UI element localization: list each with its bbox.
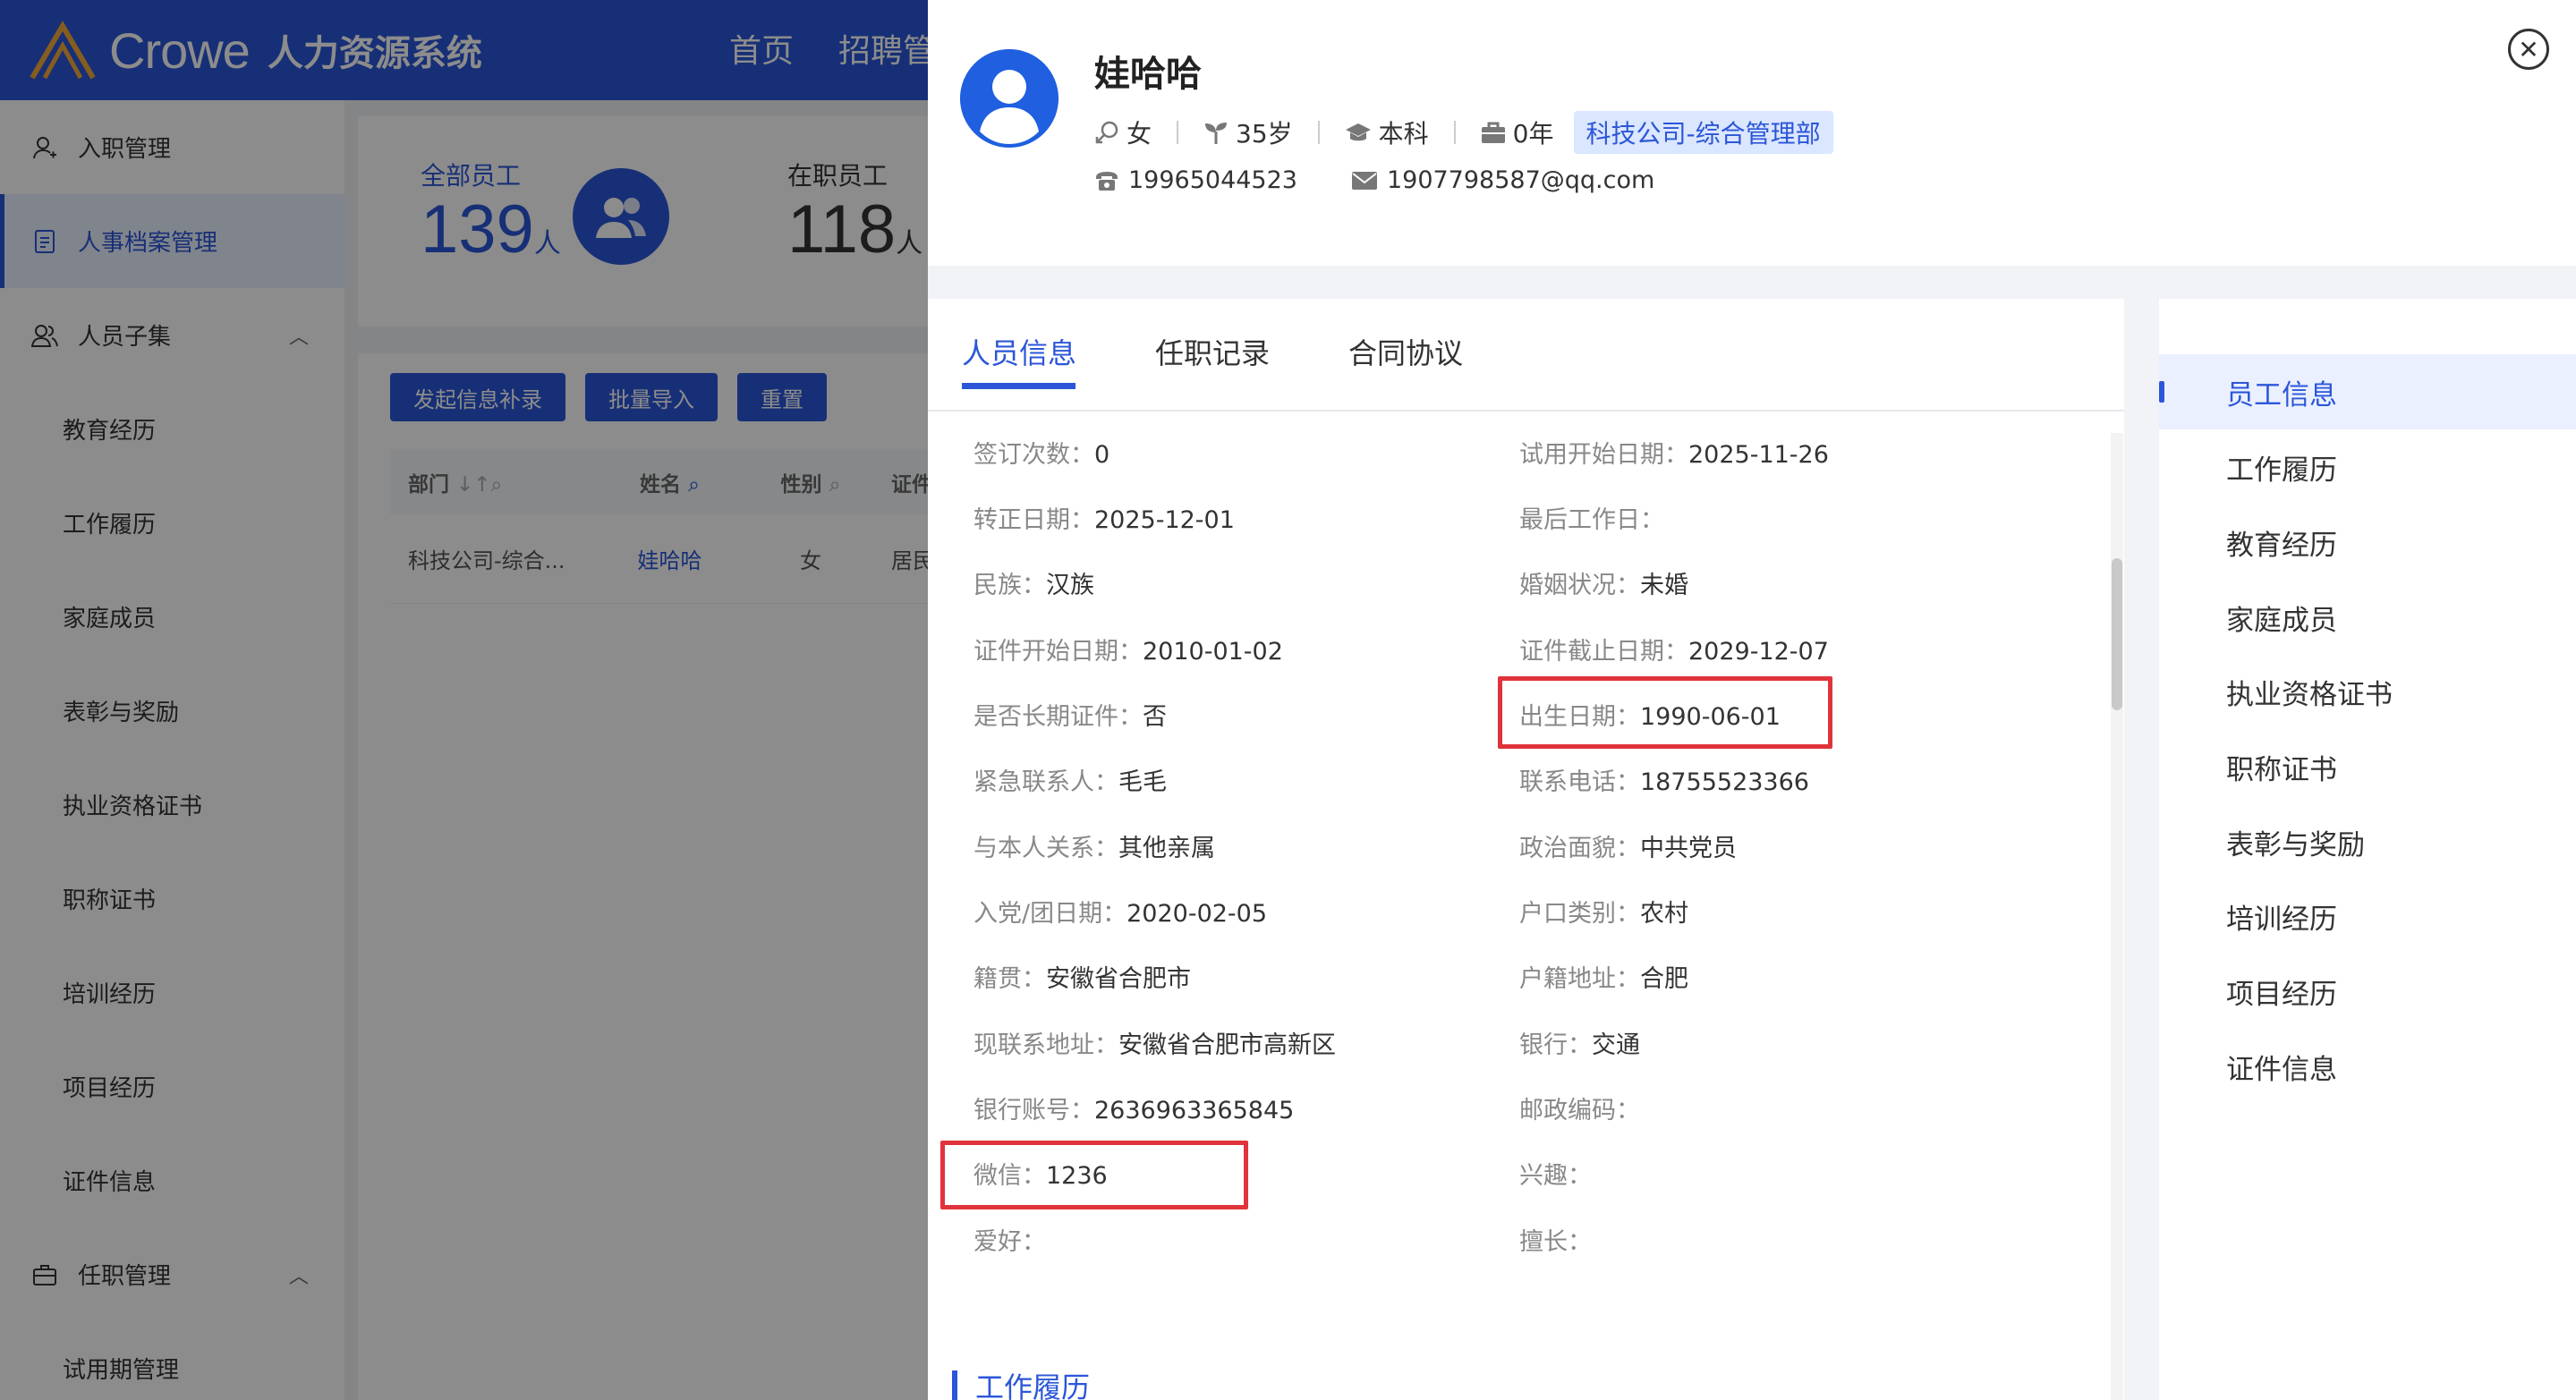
anchor-work-history[interactable]: 工作履历 [2159,429,2576,505]
anchor-awards[interactable]: 表彰与奖励 [2159,804,2576,879]
field-contact-address: 现联系地址：安徽省合肥市高新区 [973,1031,1336,1059]
employee-name: 娃哈哈 [1094,54,1202,95]
anchor-employee-info[interactable]: 员工信息 [2159,354,2576,429]
field-postal-code: 邮政编码： [1519,1097,1640,1124]
anchor-qualification[interactable]: 执业资格证书 [2159,654,2576,729]
info-panel: 人员信息 任职记录 合同协议 签订次数：0 转正日期：2025-12-01 民族… [928,299,2124,1400]
age-meta: 35岁 [1203,115,1293,150]
field-regular-date: 转正日期：2025-12-01 [973,506,1235,534]
anchor-projects[interactable]: 项目经历 [2159,954,2576,1029]
education-meta: 本科 [1345,115,1429,150]
field-contact-phone: 联系电话：18755523366 [1519,768,1809,796]
graduation-cap-icon [1345,121,1372,144]
tab-personnel-info[interactable]: 人员信息 [962,331,1076,372]
profile-meta: 女 35岁 本科 0年 科技公司-综合管理部 [1094,111,1833,154]
field-emergency-contact: 紧急联系人：毛毛 [973,768,1167,796]
gender-value: 女 [1126,119,1152,148]
education-value: 本科 [1378,119,1429,148]
field-interest: 兴趣： [1519,1162,1592,1190]
scrollbar-thumb[interactable] [2112,558,2122,710]
close-button[interactable]: ✕ [2508,29,2549,70]
divider [1177,121,1179,144]
female-icon [1094,120,1119,145]
field-hukou-address: 户籍地址：合肥 [1519,965,1688,993]
field-probation-start: 试用开始日期：2025-11-26 [1519,441,1829,469]
gender-meta: 女 [1094,115,1152,150]
modal-overlay[interactable] [0,0,931,1400]
tab-appointment-records[interactable]: 任职记录 [1155,331,1270,372]
active-tab-indicator [962,383,1075,389]
field-political-status: 政治面貌：中共党员 [1519,835,1737,862]
field-hobby: 爱好： [973,1228,1046,1256]
field-specialty: 擅长： [1519,1228,1592,1256]
anchor-title-cert[interactable]: 职称证书 [2159,729,2576,804]
anchor-family[interactable]: 家庭成员 [2159,580,2576,655]
section-title-work-history: 工作履历 [952,1365,1090,1400]
highlight-wechat [940,1141,1248,1209]
tenure-meta: 0年 [1481,115,1554,150]
divider [1317,121,1320,144]
tenure-value: 0年 [1512,119,1554,148]
anchor-training[interactable]: 培训经历 [2159,878,2576,954]
anchor-education[interactable]: 教育经历 [2159,505,2576,580]
field-long-term-id: 是否长期证件：否 [973,703,1167,731]
field-bank: 银行：交通 [1519,1031,1640,1059]
field-ethnicity: 民族：汉族 [973,572,1094,599]
phone-value: 19965044523 [1128,166,1297,194]
field-hukou-type: 户口类别：农村 [1519,900,1688,928]
field-relationship: 与本人关系：其他亲属 [973,835,1215,862]
detail-tabs: 人员信息 任职记录 合同协议 [928,299,2124,412]
email-info: 1907798587@qq.com [1351,166,1654,194]
contact-info: 19965044523 1907798587@qq.com [1094,166,1708,194]
department-tag: 科技公司-综合管理部 [1573,111,1833,154]
employee-detail-drawer: 娃哈哈 女 35岁 本科 0年 科技公司-综合管理部 19965044523 1… [928,0,2576,1400]
field-party-date: 入党/团日期：2020-02-05 [973,900,1268,928]
briefcase-icon [1481,121,1506,144]
field-id-end-date: 证件截止日期：2029-12-07 [1519,638,1829,666]
field-sign-count: 签订次数：0 [973,441,1110,469]
mail-icon [1351,171,1378,191]
field-native-place: 籍贯：安徽省合肥市 [973,965,1191,993]
email-value: 1907798587@qq.com [1386,166,1655,194]
anchor-id-docs[interactable]: 证件信息 [2159,1029,2576,1104]
profile-header: 娃哈哈 女 35岁 本科 0年 科技公司-综合管理部 19965044523 1… [928,0,2576,266]
phone-icon [1094,170,1119,191]
avatar [960,49,1058,148]
highlight-birth-date [1498,676,1832,749]
field-id-start-date: 证件开始日期：2010-01-02 [973,638,1283,666]
field-bank-account: 银行账号：2636963365845 [973,1097,1295,1124]
field-marital-status: 婚姻状况：未婚 [1519,572,1688,599]
field-last-workday: 最后工作日： [1519,506,1664,534]
age-value: 35岁 [1236,119,1293,148]
divider [1453,121,1456,144]
sprout-icon [1203,120,1228,145]
close-icon: ✕ [2518,34,2539,64]
section-anchor-nav: 员工信息 工作履历 教育经历 家庭成员 执业资格证书 职称证书 表彰与奖励 培训… [2159,299,2576,1400]
tab-contracts[interactable]: 合同协议 [1348,331,1463,372]
phone-info: 19965044523 [1094,166,1297,194]
